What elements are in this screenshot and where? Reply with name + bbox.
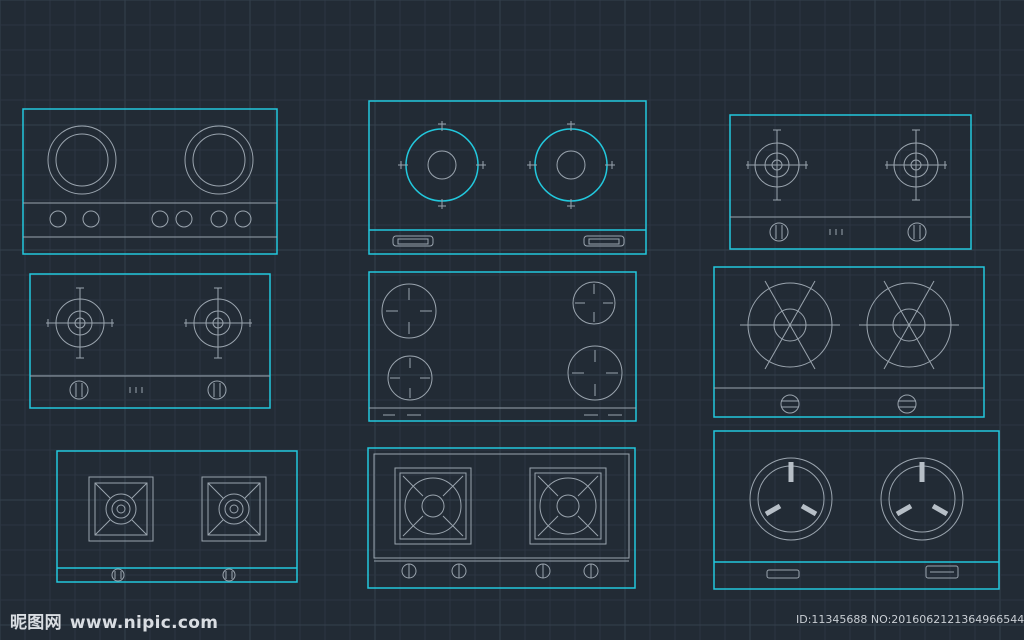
stove-6 xyxy=(713,266,985,418)
cad-drawing-canvas xyxy=(0,0,1024,640)
stove-8 xyxy=(367,447,636,589)
stove-frame xyxy=(56,450,298,583)
site-watermark: 昵图网 www.nipic.com xyxy=(10,608,218,633)
stove-frame xyxy=(713,266,985,418)
background-grid xyxy=(0,0,1024,640)
stove-9 xyxy=(713,430,1000,590)
stove-frame xyxy=(713,430,1000,590)
stove-5 xyxy=(368,271,637,422)
image-id-label: ID:11345688 NO:20160621213649665448 xyxy=(796,613,1024,626)
site-logo-text: 昵图网 xyxy=(10,613,62,633)
stove-7 xyxy=(56,450,298,583)
stove-2 xyxy=(368,100,647,255)
site-url: www.nipic.com xyxy=(69,613,219,633)
